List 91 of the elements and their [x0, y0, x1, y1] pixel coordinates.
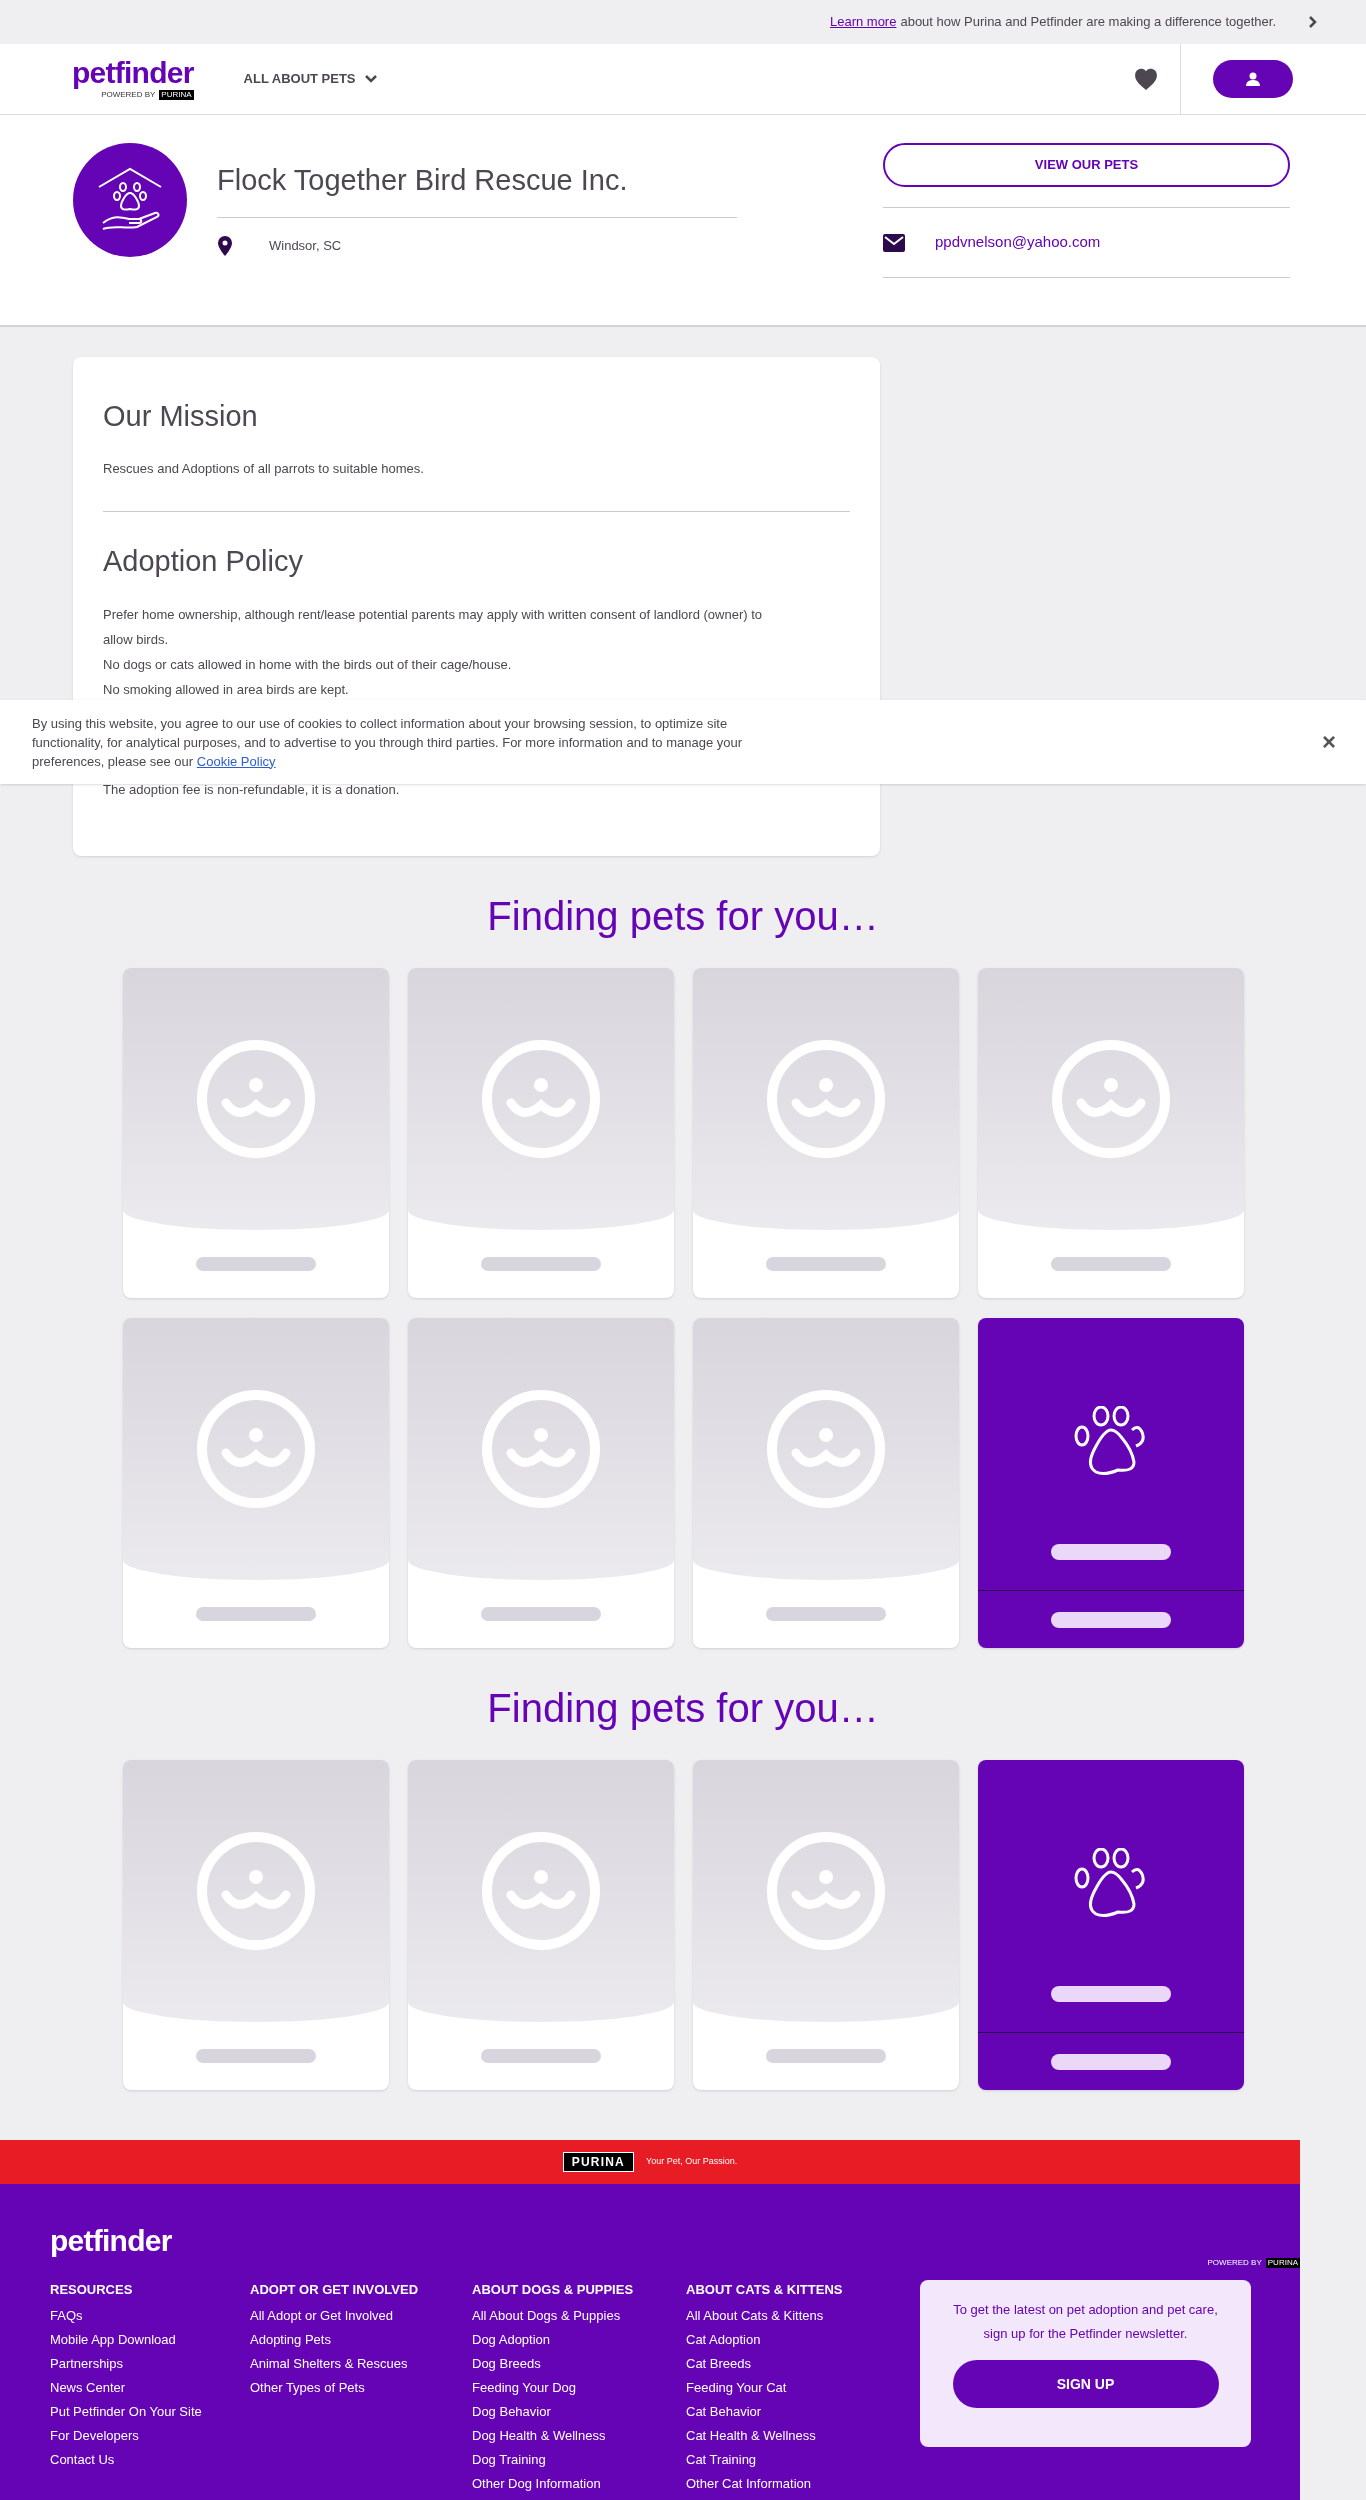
footer-link[interactable]: Other Cat Information	[686, 2471, 811, 2496]
loading-pet-card[interactable]	[692, 1760, 959, 2090]
purina-mini-logo: PURINA	[1265, 2258, 1300, 2268]
footer-column-title: RESOURCES	[50, 2281, 134, 2299]
policy-text: No dogs or cats allowed in home with the birds out of their cage/house.	[103, 655, 513, 674]
purina-tagline: Your Pet, Our Passion.	[646, 2155, 738, 2169]
mission-title: Our Mission	[103, 399, 259, 434]
footer-column-title: ABOUT CATS & KITTENS	[686, 2281, 844, 2299]
footer-link[interactable]: Put Petfinder On Your Site	[50, 2399, 202, 2424]
learn-more-link[interactable]: Learn more	[829, 12, 897, 32]
envelope-icon	[883, 233, 905, 252]
heart-icon[interactable]	[1132, 67, 1160, 91]
loading-pet-card[interactable]	[407, 1318, 674, 1648]
footer-link[interactable]: Dog Behavior	[472, 2399, 551, 2424]
chevron-down-icon	[363, 74, 378, 84]
logo-subtitle: POWERED BY	[101, 91, 156, 99]
section-heading: Finding pets for you…	[487, 1685, 879, 1732]
paw-icon	[1073, 1406, 1148, 1478]
footer-column-title: ADOPT OR GET INVOLVED	[250, 2281, 420, 2299]
footer-link[interactable]: All About Cats & Kittens	[686, 2303, 824, 2328]
loading-pet-card[interactable]	[692, 968, 959, 1298]
placeholder-face-icon	[195, 1831, 316, 1951]
placeholder-face-icon	[765, 1831, 886, 1951]
footer-link[interactable]: Partnerships	[50, 2351, 123, 2376]
view-our-pets-button[interactable]: VIEW OUR PETS	[883, 143, 1290, 187]
paw-icon	[1073, 1848, 1148, 1920]
footer-link[interactable]: Cat Adoption	[686, 2327, 761, 2352]
location-pin-icon	[217, 235, 233, 256]
placeholder-face-icon	[1050, 1039, 1171, 1159]
loading-pet-card[interactable]	[122, 1760, 389, 2090]
footer-link[interactable]: Other Types of Pets	[250, 2375, 365, 2400]
logo-subtitle: POWERED BY	[1207, 2259, 1262, 2267]
policy-text: Prefer home ownership, although rent/lease potential parents may apply with written consent of landlord (owner) to allow birds.	[103, 605, 764, 649]
cookie-text: By using this website, you agree to our use of cookies to collect information about your browsing session, to optimize site functionality, for analytical purposes, and to advertise to you through third parties. For more information and to manage your preferences, please see our Cookie Policy	[32, 714, 744, 771]
org-name: Flock Together Bird Rescue Inc.	[217, 143, 737, 218]
footer-link[interactable]: Dog Training	[472, 2447, 546, 2472]
location-text: Windsor, SC	[269, 236, 342, 255]
petfinder-logo[interactable]: petfinder	[50, 2226, 172, 2256]
purina-logo: PURINA	[562, 2152, 634, 2172]
footer-link[interactable]: Cat Health & Wellness	[686, 2423, 816, 2448]
policy-text: The adoption fee is non-refundable, it is a donation.	[103, 780, 401, 799]
footer-link[interactable]: Adopting Pets	[250, 2327, 331, 2352]
petfinder-logo[interactable]: petfinder	[72, 58, 194, 88]
footer-link[interactable]: Mobile App Download	[50, 2327, 176, 2352]
footer-link[interactable]: News Center	[50, 2375, 126, 2400]
promo-pet-card[interactable]	[977, 1760, 1244, 2090]
footer-link[interactable]: All About Dogs & Puppies	[472, 2303, 621, 2328]
loading-pet-card[interactable]	[692, 1318, 959, 1648]
footer-link[interactable]: FAQs	[50, 2303, 83, 2328]
placeholder-face-icon	[195, 1039, 316, 1159]
close-button[interactable]: ×	[1322, 724, 1336, 760]
placeholder-face-icon	[480, 1039, 601, 1159]
purina-mini-logo: PURINA	[159, 90, 194, 100]
footer-link[interactable]: Animal Shelters & Rescues	[250, 2351, 408, 2376]
footer-column-title: ABOUT DOGS & PUPPIES	[472, 2281, 635, 2299]
account-button[interactable]	[1213, 60, 1293, 98]
placeholder-face-icon	[765, 1389, 886, 1509]
section-heading: Finding pets for you…	[487, 893, 879, 940]
placeholder-face-icon	[195, 1389, 316, 1509]
footer-link[interactable]: Dog Adoption	[472, 2327, 551, 2352]
promo-pet-card[interactable]	[977, 1318, 1244, 1648]
footer-link[interactable]: Feeding Your Dog	[472, 2375, 577, 2400]
cookie-policy-link[interactable]: Cookie Policy	[196, 753, 276, 769]
footer-link[interactable]: Cat Training	[686, 2447, 757, 2472]
footer-link[interactable]: Dog Breeds	[472, 2351, 541, 2376]
promo-text: about how Purina and Petfinder are making a difference together.	[900, 13, 1276, 32]
footer-link[interactable]: All Adopt or Get Involved	[250, 2303, 394, 2328]
all-about-pets-menu[interactable]: ALL ABOUT PETS	[243, 69, 378, 89]
placeholder-face-icon	[480, 1389, 601, 1509]
footer-link[interactable]: Dog Health & Wellness	[472, 2423, 606, 2448]
user-icon	[1245, 71, 1261, 87]
chevron-right-icon[interactable]	[1308, 15, 1318, 29]
footer-link[interactable]: Feeding Your Cat	[686, 2375, 787, 2400]
policy-text: No smoking allowed in area birds are kept.	[103, 680, 350, 699]
loading-pet-card[interactable]	[122, 1318, 389, 1648]
footer-link[interactable]: Contact Us	[50, 2447, 115, 2472]
policy-title: Adoption Policy	[103, 544, 304, 579]
loading-pet-card[interactable]	[407, 1760, 674, 2090]
loading-pet-card[interactable]	[977, 968, 1244, 1298]
email-link[interactable]: ppdvnelson@yahoo.com	[935, 231, 1101, 254]
footer-link[interactable]: Other Dog Information	[472, 2471, 601, 2496]
footer-link[interactable]: For Developers	[50, 2423, 139, 2448]
mission-text: Rescues and Adoptions of all parrots to suitable homes.	[103, 459, 425, 478]
newsletter-text: To get the latest on pet adoption and pet care, sign up for the Petfinder newsletter.	[952, 2301, 1219, 2343]
sign-up-button[interactable]: SIGN UP	[952, 2360, 1219, 2408]
loading-pet-card[interactable]	[407, 968, 674, 1298]
loading-pet-card[interactable]	[122, 968, 389, 1298]
placeholder-face-icon	[480, 1831, 601, 1951]
placeholder-face-icon	[765, 1039, 886, 1159]
footer-link[interactable]: Cat Behavior	[686, 2399, 762, 2424]
footer-link[interactable]: Cat Breeds	[686, 2351, 752, 2376]
